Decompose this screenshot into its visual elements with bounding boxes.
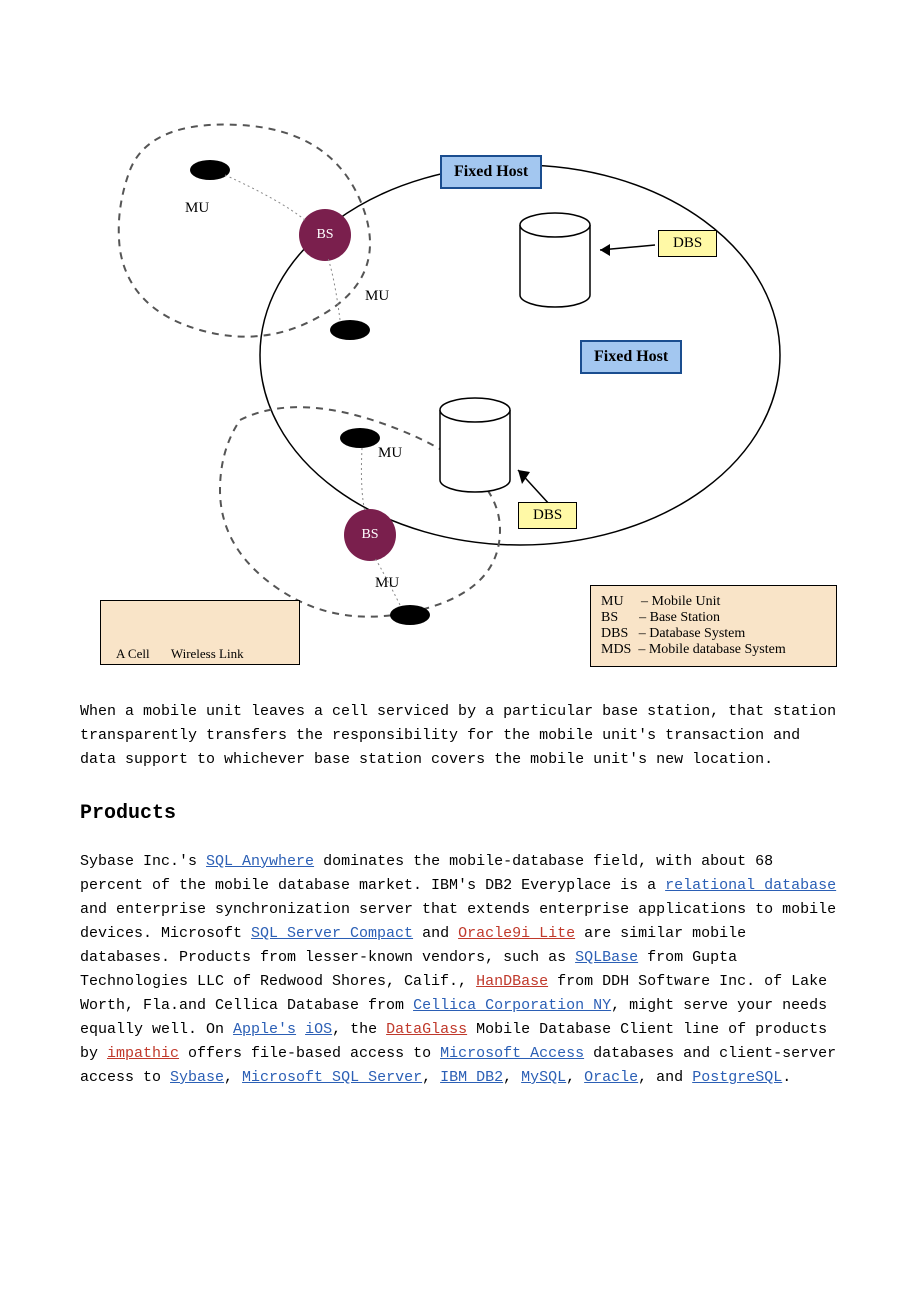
bs-label-1: BS [310, 227, 340, 243]
legend-bs: BS – Base Station [601, 610, 826, 626]
fixed-host-label-2: Fixed Host [580, 340, 682, 374]
products-heading: Products [80, 802, 840, 825]
link-microsoft-access[interactable]: Microsoft Access [440, 1045, 584, 1062]
link-sqlbase[interactable]: SQLBase [575, 949, 638, 966]
link-mysql[interactable]: MySQL [521, 1069, 566, 1086]
dbs-label-2: DBS [518, 502, 577, 529]
mu-label-4: MU [375, 575, 399, 592]
link-relational-database[interactable]: relational database [665, 877, 836, 894]
bs-label-2: BS [355, 527, 385, 543]
link-sql-server-compact[interactable]: SQL Server Compact [251, 925, 413, 942]
legend-mu: MU – Mobile Unit [601, 594, 826, 610]
legend-mds: MDS – Mobile database System [601, 642, 826, 658]
mu-label-1: MU [185, 200, 209, 217]
legend-dbs: DBS – Database System [601, 626, 826, 642]
link-sql-anywhere[interactable]: SQL Anywhere [206, 853, 314, 870]
mu-label-2: MU [365, 288, 389, 305]
fixed-host-label-1: Fixed Host [440, 155, 542, 189]
link-oracle9i-lite[interactable]: Oracle9i Lite [458, 925, 575, 942]
link-ios[interactable]: iOS [305, 1021, 332, 1038]
legend-left: A Cell Wireless Link [100, 600, 300, 665]
link-dataglass[interactable]: DataGlass [386, 1021, 467, 1038]
link-oracle[interactable]: Oracle [584, 1069, 638, 1086]
link-sybase[interactable]: Sybase [170, 1069, 224, 1086]
paragraph-1: When a mobile unit leaves a cell service… [80, 700, 840, 772]
paragraph-2: Sybase Inc.'s SQL Anywhere dominates the… [80, 850, 840, 1090]
legend-wireless-label: Wireless Link [171, 646, 244, 661]
network-diagram: Fixed Host Fixed Host DBS DBS MU MU MU M… [100, 110, 820, 670]
legend-cell-label: A Cell [116, 646, 150, 661]
link-impathic[interactable]: impathic [107, 1045, 179, 1062]
link-apples[interactable]: Apple's [233, 1021, 296, 1038]
dbs-label-1: DBS [658, 230, 717, 257]
legend-right: MU – Mobile Unit BS – Base Station DBS –… [590, 585, 837, 667]
mu-label-3: MU [378, 445, 402, 462]
link-cellica[interactable]: Cellica Corporation NY [413, 997, 611, 1014]
link-ibm-db2[interactable]: IBM DB2 [440, 1069, 503, 1086]
link-ms-sql-server[interactable]: Microsoft SQL Server [242, 1069, 422, 1086]
link-postgresql[interactable]: PostgreSQL [692, 1069, 782, 1086]
link-handbase[interactable]: HanDBase [476, 973, 548, 990]
